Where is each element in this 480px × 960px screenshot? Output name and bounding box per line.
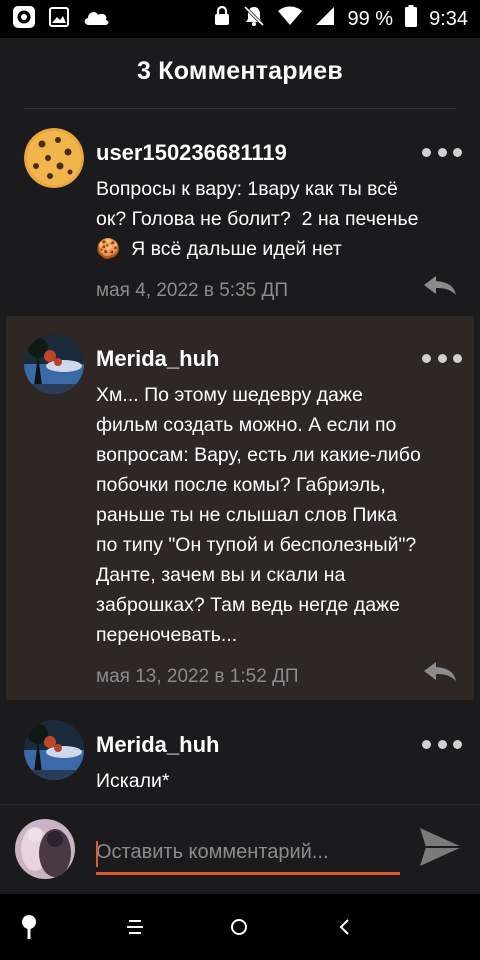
status-left — [12, 5, 110, 34]
current-user-avatar-image — [15, 819, 75, 879]
status-right: 99 % 9:34 — [213, 5, 468, 33]
current-user-avatar — [15, 819, 75, 879]
signal-icon — [315, 6, 335, 32]
tree-avatar-image — [24, 334, 84, 394]
more-options-icon[interactable] — [422, 348, 462, 368]
lock-icon — [213, 5, 231, 33]
clock: 9:34 — [429, 7, 468, 30]
more-options-icon[interactable] — [422, 734, 462, 754]
avatar[interactable] — [24, 128, 84, 188]
comments-header: 3 Комментариев — [0, 38, 480, 104]
comment-date: мая 13, 2022 в 1:52 ДП — [96, 666, 299, 687]
assistant-icon[interactable] — [14, 912, 44, 942]
image-icon — [48, 6, 70, 33]
avatar[interactable] — [24, 334, 84, 394]
status-bar: 99 % 9:34 — [0, 0, 480, 38]
comment-username[interactable]: Merida_huh — [96, 346, 219, 372]
cookie-avatar-image — [24, 128, 84, 188]
comment-text: Хм... По этому шедевру даже фильм создат… — [96, 384, 421, 646]
more-options-icon[interactable] — [422, 142, 462, 162]
wifi-icon — [277, 6, 303, 32]
comment-item-highlighted: Merida_huh Хм... По этому шедевру даже ф… — [6, 316, 474, 700]
comment-date: мая 4, 2022 в 5:35 ДП — [96, 280, 289, 301]
send-icon[interactable] — [418, 826, 464, 868]
bell-off-icon — [243, 5, 265, 33]
comment-text: Вопросы к вару: 1вару как ты всё ок? Гол… — [96, 178, 419, 260]
comment-text: Искали* — [96, 770, 170, 792]
tree-avatar-image — [24, 720, 84, 780]
comment-input-bar — [0, 804, 480, 894]
text-caret — [96, 841, 98, 867]
reply-icon[interactable] — [422, 274, 458, 298]
comment-username[interactable]: Merida_huh — [96, 732, 219, 758]
back-icon[interactable] — [330, 912, 360, 942]
comment-item: user150236681119 Вопросы к вару: 1вару к… — [0, 104, 480, 312]
comment-item: Merida_huh Искали* — [0, 704, 480, 804]
cookie-emoji-icon: 🍪 — [96, 238, 121, 260]
app-icon — [12, 5, 36, 34]
battery-percent: 99 % — [347, 7, 394, 30]
comment-username[interactable]: user150236681119 — [96, 140, 287, 166]
page-title: 3 Комментариев — [137, 56, 343, 85]
recent-apps-icon[interactable] — [120, 912, 150, 942]
reply-icon[interactable] — [422, 660, 458, 684]
cloud-icon — [82, 7, 110, 32]
battery-icon — [405, 5, 418, 33]
comments-list[interactable]: user150236681119 Вопросы к вару: 1вару к… — [0, 104, 480, 804]
home-icon[interactable] — [224, 912, 254, 942]
comment-input[interactable] — [96, 833, 400, 875]
avatar[interactable] — [24, 720, 84, 780]
system-nav-bar — [0, 894, 480, 960]
